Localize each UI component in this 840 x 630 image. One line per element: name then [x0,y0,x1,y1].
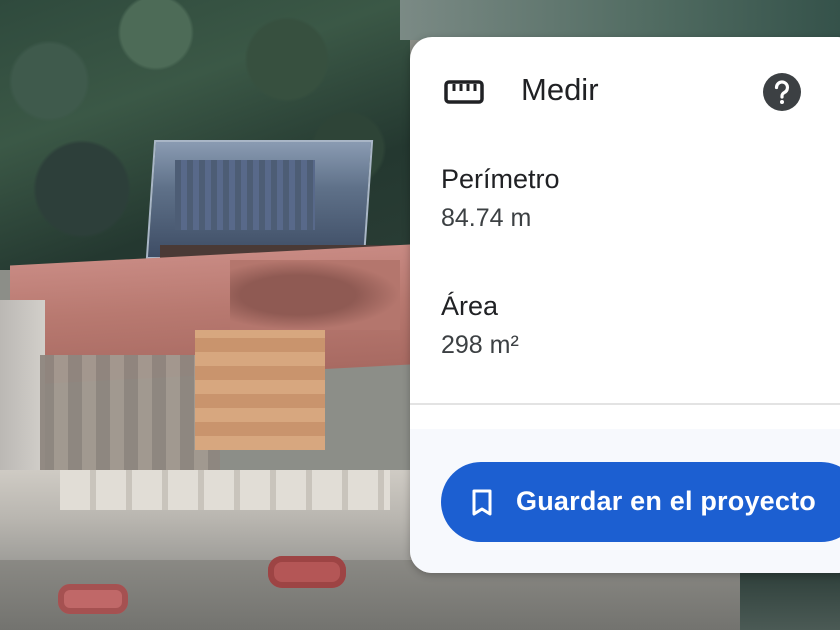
measure-panel: Medir Perímetro 84.74 m Área 298 m² Guar… [410,37,840,573]
building-edge [60,470,390,510]
panel-title: Medir [521,72,599,107]
save-button-label: Guardar en el proyecto [516,486,816,516]
perimeter-label: Perímetro [441,164,560,194]
grey-tile-roof [40,355,220,475]
area-label: Área [441,291,499,321]
panel-header: Medir [410,37,840,145]
map-area-bottom-right [740,570,840,630]
car [58,584,128,614]
blue-roof-panels [175,160,315,230]
map-area-top-right [400,0,840,40]
bookmark-icon [472,489,492,516]
perimeter-value: 84.74 m [441,204,532,232]
help-icon[interactable] [763,73,801,111]
save-to-project-button[interactable]: Guardar en el proyecto [441,462,840,542]
divider [410,403,840,405]
ruler-icon [444,80,484,104]
red-roof-shade [230,260,400,330]
area-value: 298 m² [441,331,519,359]
car [268,556,346,588]
orange-tile-roof [195,330,325,450]
